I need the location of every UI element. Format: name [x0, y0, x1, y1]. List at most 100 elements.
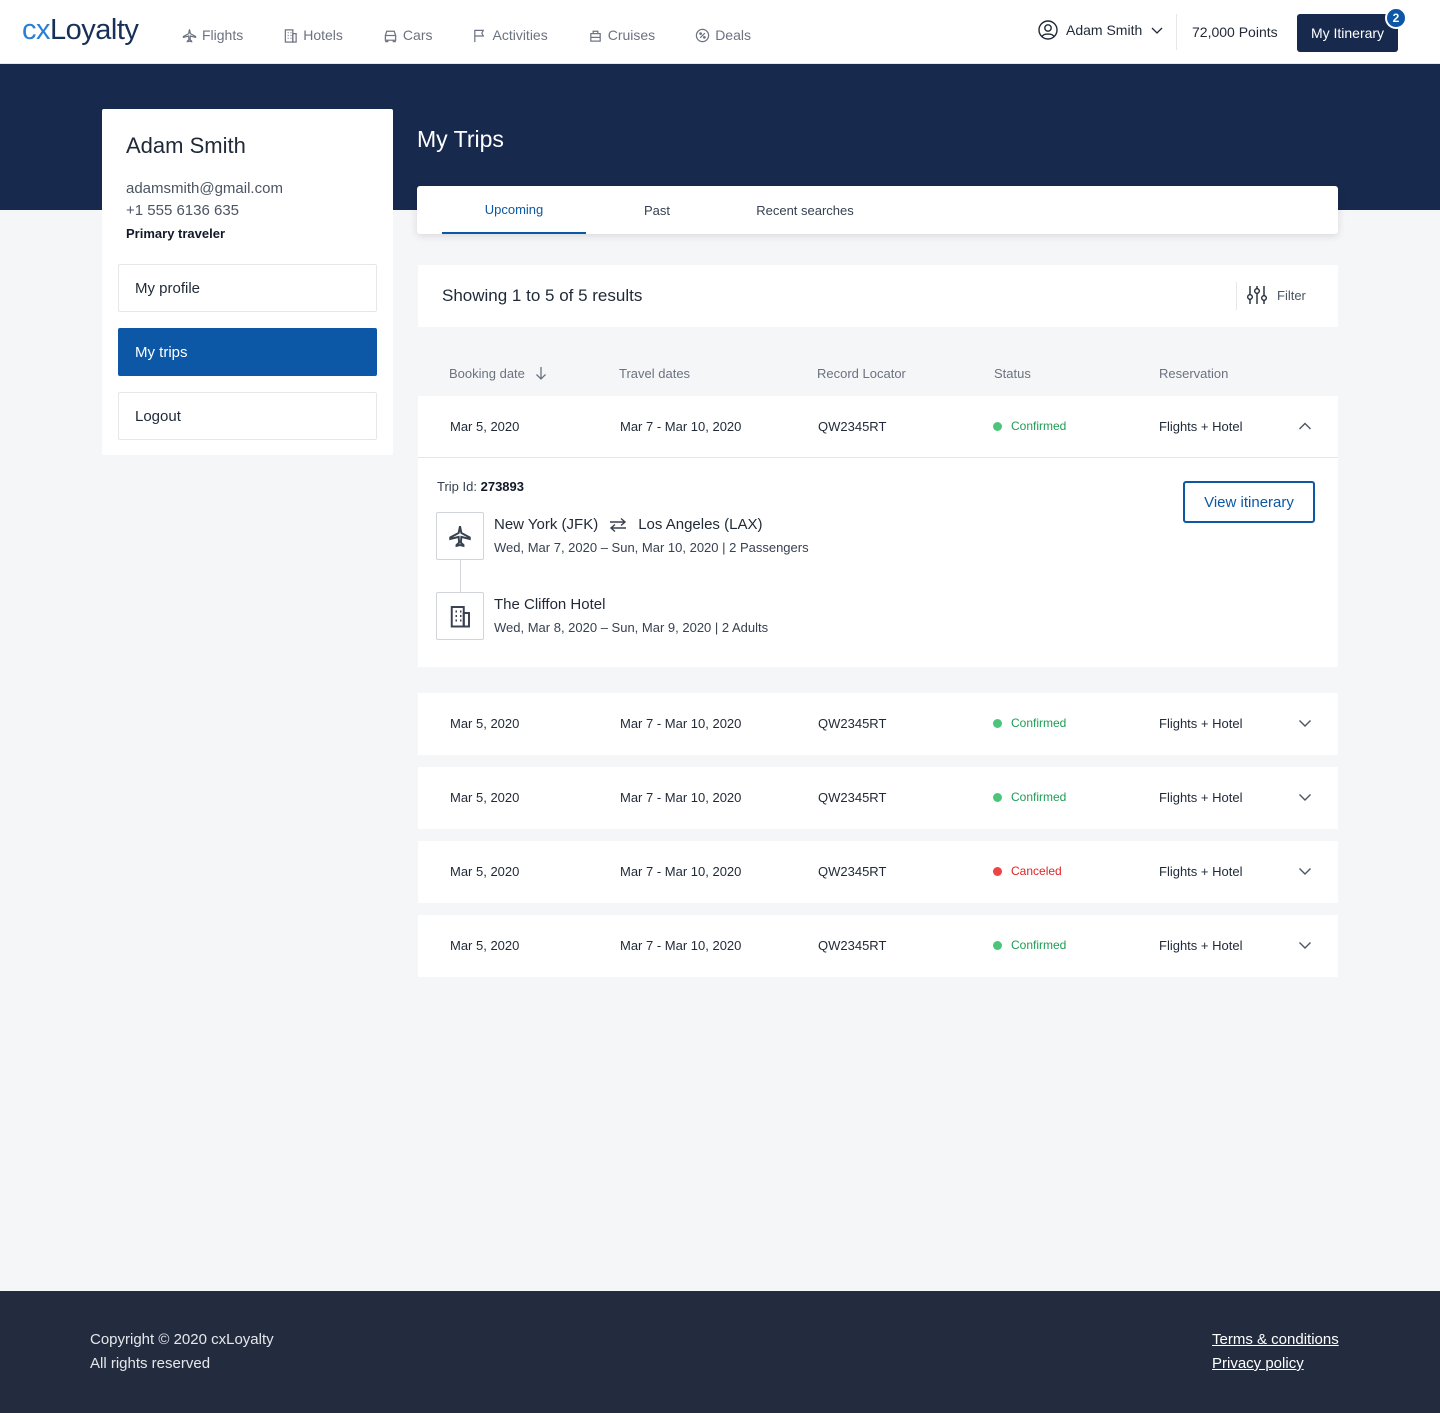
user-name: Adam Smith	[1066, 22, 1143, 38]
trip-id: Trip Id: 273893	[437, 479, 524, 494]
reservation-type: Flights + Hotel	[1159, 938, 1243, 953]
nav-flights-label: Flights	[202, 27, 244, 43]
page-title: My Trips	[417, 126, 504, 152]
ship-icon	[589, 30, 601, 42]
segment-connector	[460, 560, 461, 592]
building-icon	[450, 606, 470, 628]
status-dot	[993, 866, 1002, 876]
flight-destination: Los Angeles (LAX)	[638, 516, 763, 533]
sidebar-item-my-trips[interactable]: My trips	[118, 328, 377, 376]
sidebar-item-my-profile[interactable]: My profile	[118, 264, 377, 312]
trip-tabs: Upcoming Past Recent searches	[417, 186, 1338, 234]
footer-copyright: Copyright © 2020 cxLoyalty	[90, 1331, 274, 1348]
reservation-type: Flights + Hotel	[1159, 716, 1243, 731]
nav-divider	[1176, 14, 1177, 50]
booking-date: Mar 5, 2020	[450, 419, 520, 434]
travel-dates: Mar 7 - Mar 10, 2020	[620, 419, 742, 434]
status-label: Confirmed	[1011, 790, 1067, 804]
nav-deals-label: Deals	[715, 27, 751, 43]
status-dot	[993, 940, 1002, 950]
trip-row[interactable]: Mar 5, 2020 Mar 7 - Mar 10, 2020 QW2345R…	[418, 767, 1338, 829]
flight-origin: New York (JFK)	[494, 516, 599, 533]
reservation-type: Flights + Hotel	[1159, 790, 1243, 805]
status-label: Confirmed	[1011, 938, 1067, 952]
reservation-type: Flights + Hotel	[1159, 864, 1243, 879]
trip-row[interactable]: Mar 5, 2020 Mar 7 - Mar 10, 2020 QW2345R…	[418, 841, 1338, 903]
chevron-up-icon[interactable]	[1298, 419, 1312, 433]
column-booking-date-label: Booking date	[449, 366, 525, 381]
profile-role: Primary traveler	[126, 226, 226, 241]
trip-row[interactable]: Mar 5, 2020 Mar 7 - Mar 10, 2020 QW2345R…	[418, 396, 1338, 458]
my-itinerary-button[interactable]: My Itinerary	[1297, 14, 1398, 52]
status-dot	[993, 718, 1002, 728]
top-navbar: cxLoyalty Flights Hotels Cars Activities…	[0, 0, 1440, 64]
chevron-down-icon[interactable]	[1298, 790, 1312, 804]
trip-row[interactable]: Mar 5, 2020 Mar 7 - Mar 10, 2020 QW2345R…	[418, 915, 1338, 977]
status-dot	[993, 421, 1002, 431]
nav-hotels[interactable]: Hotels	[283, 22, 343, 48]
main-nav: Flights Hotels Cars Activities Cruises D…	[182, 22, 791, 48]
privacy-link[interactable]: Privacy policy	[1212, 1355, 1304, 1372]
user-avatar-icon	[1038, 20, 1058, 40]
status-badge: Canceled	[993, 864, 1062, 878]
profile-phone: +1 555 6136 635	[126, 202, 240, 219]
chevron-down-icon[interactable]	[1298, 938, 1312, 952]
flight-route: New York (JFK) Los Angeles (LAX)	[494, 516, 762, 533]
booking-date: Mar 5, 2020	[450, 790, 520, 805]
sidebar-item-logout[interactable]: Logout	[118, 392, 377, 440]
points-balance: 72,000 Points	[1192, 24, 1278, 40]
chevron-down-icon[interactable]	[1298, 864, 1312, 878]
logo-prefix: cx	[22, 14, 51, 46]
column-reservation: Reservation	[1159, 366, 1229, 381]
round-trip-arrows-icon	[610, 517, 627, 532]
terms-link[interactable]: Terms & conditions	[1212, 1331, 1339, 1348]
travel-dates: Mar 7 - Mar 10, 2020	[620, 716, 742, 731]
results-count: Showing 1 to 5 of 5 results	[442, 286, 643, 305]
tab-upcoming[interactable]: Upcoming	[442, 186, 586, 234]
status-label: Confirmed	[1011, 419, 1067, 433]
column-travel-dates: Travel dates	[619, 366, 691, 381]
profile-email: adamsmith@gmail.com	[126, 180, 283, 197]
travel-dates: Mar 7 - Mar 10, 2020	[620, 938, 742, 953]
status-label: Canceled	[1011, 864, 1062, 878]
nav-flights[interactable]: Flights	[182, 22, 243, 48]
record-locator: QW2345RT	[818, 716, 887, 731]
record-locator: QW2345RT	[818, 864, 887, 879]
view-itinerary-button[interactable]: View itinerary	[1183, 481, 1315, 523]
nav-deals[interactable]: Deals	[695, 22, 751, 48]
status-badge: Confirmed	[993, 419, 1066, 433]
nav-cruises[interactable]: Cruises	[588, 22, 655, 48]
tab-past[interactable]: Past	[586, 186, 728, 234]
plane-icon	[449, 526, 471, 548]
cxloyalty-logo[interactable]: cxLoyalty	[22, 14, 139, 47]
column-booking-date[interactable]: Booking date	[449, 366, 547, 381]
user-menu[interactable]: Adam Smith	[1038, 20, 1164, 40]
profile-name: Adam Smith	[126, 133, 246, 158]
filter-button[interactable]: Filter	[1246, 284, 1306, 306]
record-locator: QW2345RT	[818, 790, 887, 805]
status-badge: Confirmed	[993, 938, 1066, 952]
nav-hotels-label: Hotels	[303, 27, 343, 43]
percent-icon	[695, 28, 710, 42]
flag-icon	[474, 29, 485, 42]
record-locator: QW2345RT	[818, 419, 887, 434]
flight-segment-icon-box	[436, 512, 484, 560]
car-icon	[384, 30, 397, 42]
filter-divider	[1236, 282, 1237, 310]
nav-activities[interactable]: Activities	[472, 22, 548, 48]
hotel-segment-icon-box	[436, 592, 484, 640]
building-icon	[284, 28, 297, 43]
flight-dates: Wed, Mar 7, 2020 – Sun, Mar 10, 2020 | 2…	[494, 540, 809, 555]
chevron-down-icon	[1151, 27, 1163, 34]
booking-date: Mar 5, 2020	[450, 716, 520, 731]
status-dot	[993, 792, 1002, 802]
plane-icon	[182, 28, 197, 42]
trip-row[interactable]: Mar 5, 2020 Mar 7 - Mar 10, 2020 QW2345R…	[418, 693, 1338, 755]
chevron-down-icon[interactable]	[1298, 716, 1312, 730]
tab-recent-searches[interactable]: Recent searches	[736, 186, 874, 234]
profile-sidebar: Adam Smith adamsmith@gmail.com +1 555 61…	[102, 109, 393, 455]
filter-sliders-icon	[1247, 286, 1267, 304]
nav-cars-label: Cars	[402, 27, 433, 43]
nav-cars[interactable]: Cars	[383, 22, 433, 48]
nav-activities-label: Activities	[492, 27, 548, 43]
